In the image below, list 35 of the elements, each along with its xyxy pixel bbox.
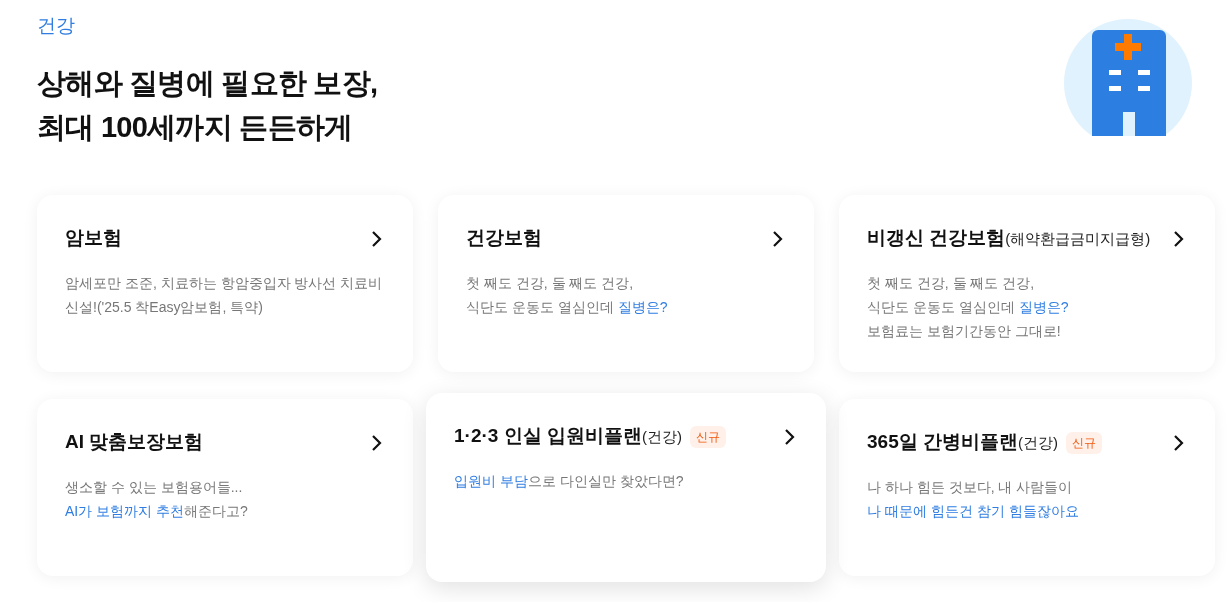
category-label: 건강 xyxy=(37,14,76,38)
product-card[interactable]: 1·2·3 인실 입원비플랜(건강) 신규 입원비 부담으로 다인실만 찾았다면? xyxy=(426,392,826,582)
card-description-line: 신설!('25.5 착Easy암보험, 특약) xyxy=(65,297,264,317)
product-card[interactable]: 비갱신 건강보험(해약환급금미지급형) 첫 째도 건강, 둘 째도 건강, 식단도 운동도 열심인데 질병은? 보험료는 보험기간동안 그대로! xyxy=(839,194,1215,372)
product-card[interactable]: 암보험 암세포만 조준, 치료하는 항암중입자 방사선 치료비 신설!('25.5 착Easy암보험, 특약) xyxy=(37,194,413,372)
new-badge: 신규 xyxy=(689,425,726,448)
chevron-right-icon xyxy=(1173,229,1185,248)
chevron-right-icon xyxy=(772,229,784,248)
product-card[interactable]: 건강보험 첫 째도 건강, 둘 째도 건강, 식단도 운동도 열심인데 질병은? xyxy=(438,194,814,372)
product-card[interactable]: AI 맞춤보장보험 생소할 수 있는 보험용어들... AI가 보험까지 추천해준다고? xyxy=(37,398,413,576)
card-title: 비갱신 건강보험(해약환급금미지급형) xyxy=(867,226,1151,251)
new-badge: 신규 xyxy=(1066,431,1102,454)
card-title: AI 맞춤보장보험 xyxy=(65,430,204,455)
card-description-line: 첫 째도 건강, 둘 째도 건강, xyxy=(466,273,635,293)
card-description-line: 입원비 부담으로 다인실만 찾았다면? xyxy=(454,471,685,491)
chevron-right-icon xyxy=(371,229,383,248)
product-card[interactable]: 365일 간병비플랜(건강) 신규 나 하나 힘든 것보다, 내 사람들이 나 때문에 힘든건 참기 힘들잖아요 xyxy=(839,398,1215,576)
chevron-right-icon xyxy=(1173,433,1185,452)
card-description-line: 첫 째도 건강, 둘 째도 건강, xyxy=(867,273,1036,293)
card-description-line: AI가 보험까지 추천해준다고? xyxy=(65,501,249,521)
chevron-right-icon xyxy=(371,433,383,452)
card-title: 건강보험 xyxy=(466,226,542,251)
headline: 상해와 질병에 필요한 보장, 최대 100세까지 든든하게 xyxy=(37,65,378,145)
card-description-line: 암세포만 조준, 치료하는 항암중입자 방사선 치료비 xyxy=(65,273,384,293)
card-description-line: 생소할 수 있는 보험용어들... xyxy=(65,477,244,497)
card-description-line: 식단도 운동도 열심인데 질병은? xyxy=(867,297,1070,317)
card-title: 1·2·3 인실 입원비플랜(건강) xyxy=(454,424,682,449)
card-title: 365일 간병비플랜(건강) xyxy=(867,430,1058,455)
card-description-line: 나 때문에 힘든건 참기 힘들잖아요 xyxy=(867,501,1080,521)
card-description-line: 보험료는 보험기간동안 그대로! xyxy=(867,321,1062,341)
card-description-line: 나 하나 힘든 것보다, 내 사람들이 xyxy=(867,477,1074,497)
hospital-building-icon xyxy=(1063,16,1193,136)
card-description-line: 식단도 운동도 열심인데 질병은? xyxy=(466,297,669,317)
chevron-right-icon xyxy=(784,427,796,446)
card-title: 암보험 xyxy=(65,226,122,251)
